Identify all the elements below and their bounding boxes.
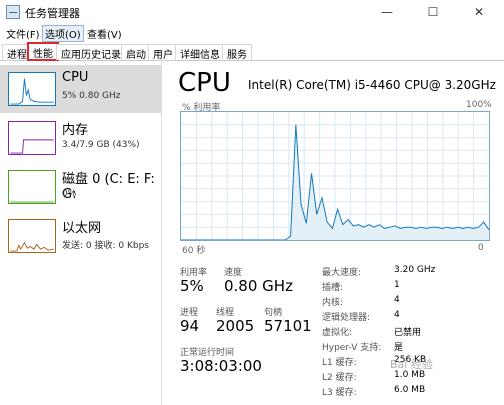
- graph-time-left: 60 秒: [182, 246, 206, 256]
- sidebar-cpu-sub: 5% 0.80 GHz: [62, 91, 121, 101]
- resource-sidebar: CPU 5% 0.80 GHz 内存 3.4/7.9 GB (43%) 磁盘 0…: [0, 62, 162, 405]
- cpu-detail-panel: CPU Intel(R) Core(TM) i5-4460 CPU@ 3.20G…: [170, 62, 504, 405]
- cpu-utilization-graph: [180, 111, 490, 241]
- tab-performance[interactable]: 性能: [27, 42, 59, 61]
- title-bar: 任务管理器 — ☐ ✕: [0, 0, 504, 26]
- sidebar-item-disk[interactable]: 磁盘 0 (C: E: F: G: 0%: [0, 163, 162, 211]
- handles-value: 57101: [264, 317, 312, 335]
- sidebar-cpu-name: CPU: [62, 70, 89, 85]
- sidebar-item-cpu[interactable]: CPU 5% 0.80 GHz: [0, 65, 162, 113]
- cores-value: 4: [394, 295, 400, 305]
- sidebar-ethernet-name: 以太网: [62, 221, 102, 236]
- virtualization-value: 已禁用: [394, 328, 422, 338]
- minimize-button[interactable]: —: [364, 0, 410, 24]
- baidu-watermark: Bai 经验: [390, 358, 433, 371]
- menu-bar: 文件(F) 选项(O) 查看(V): [0, 24, 504, 42]
- max-speed-value: 3.20 GHz: [394, 265, 436, 275]
- tab-app-history[interactable]: 应用历史记录: [56, 44, 126, 61]
- menu-view[interactable]: 查看(V): [85, 26, 124, 41]
- tab-startup[interactable]: 启动: [121, 44, 151, 61]
- utilization-value: 5%: [180, 277, 204, 295]
- maximize-button[interactable]: ☐: [410, 0, 456, 24]
- sidebar-memory-name: 内存: [62, 123, 89, 138]
- tab-details[interactable]: 详细信息: [175, 44, 225, 61]
- memory-thumbnail-graph: [8, 121, 56, 155]
- max-speed-label: 最大速度:: [322, 268, 362, 278]
- sidebar-memory-sub: 3.4/7.9 GB (43%): [62, 140, 140, 150]
- cpu-heading: CPU: [178, 68, 231, 98]
- logical-processors-label: 逻辑处理器:: [322, 313, 371, 323]
- hyperv-support-label: Hyper-V 支持:: [322, 343, 382, 353]
- l2-cache-label: L2 缓存:: [322, 373, 357, 383]
- threads-value: 2005: [216, 317, 255, 335]
- sidebar-item-memory[interactable]: 内存 3.4/7.9 GB (43%): [0, 114, 162, 162]
- cpu-model-name: Intel(R) Core(TM) i5-4460 CPU@ 3.20GHz: [248, 78, 496, 92]
- tab-services[interactable]: 服务: [222, 44, 252, 61]
- speed-value: 0.80 GHz: [224, 277, 293, 295]
- virtualization-label: 虚拟化:: [322, 328, 353, 338]
- menu-options[interactable]: 选项(O): [42, 25, 84, 42]
- tab-bar: 进程 性能 应用历史记录 启动 用户 详细信息 服务: [0, 42, 504, 61]
- sidebar-item-ethernet[interactable]: 以太网 发送: 0 接收: 0 Kbps: [0, 212, 162, 260]
- graph-time-right: 0: [478, 243, 484, 253]
- task-manager-icon: [6, 5, 20, 19]
- menu-file[interactable]: 文件(F): [4, 26, 42, 41]
- disk-thumbnail-graph: [8, 170, 56, 204]
- cpu-thumbnail-graph: [8, 72, 56, 106]
- close-button[interactable]: ✕: [456, 0, 502, 24]
- cores-label: 内核:: [322, 298, 344, 308]
- ethernet-thumbnail-graph: [8, 219, 56, 253]
- processes-value: 94: [180, 317, 200, 335]
- hyperv-support-value: 是: [394, 343, 404, 353]
- tab-users[interactable]: 用户: [148, 44, 178, 61]
- window-title: 任务管理器: [25, 7, 80, 20]
- sockets-label: 插槽:: [322, 283, 344, 293]
- sidebar-disk-name: 磁盘 0 (C: E: F: G:: [62, 172, 155, 202]
- logical-processors-value: 4: [394, 310, 400, 320]
- sidebar-disk-sub: 0%: [62, 189, 77, 199]
- sockets-value: 1: [394, 280, 400, 290]
- l3-cache-label: L3 缓存:: [322, 388, 357, 398]
- l3-cache-value: 6.0 MB: [394, 385, 426, 395]
- sidebar-ethernet-sub: 发送: 0 接收: 0 Kbps: [62, 241, 149, 251]
- uptime-value: 3:08:03:00: [180, 357, 262, 375]
- l1-cache-label: L1 缓存:: [322, 358, 357, 368]
- utilization-max-label: 100%: [466, 100, 492, 110]
